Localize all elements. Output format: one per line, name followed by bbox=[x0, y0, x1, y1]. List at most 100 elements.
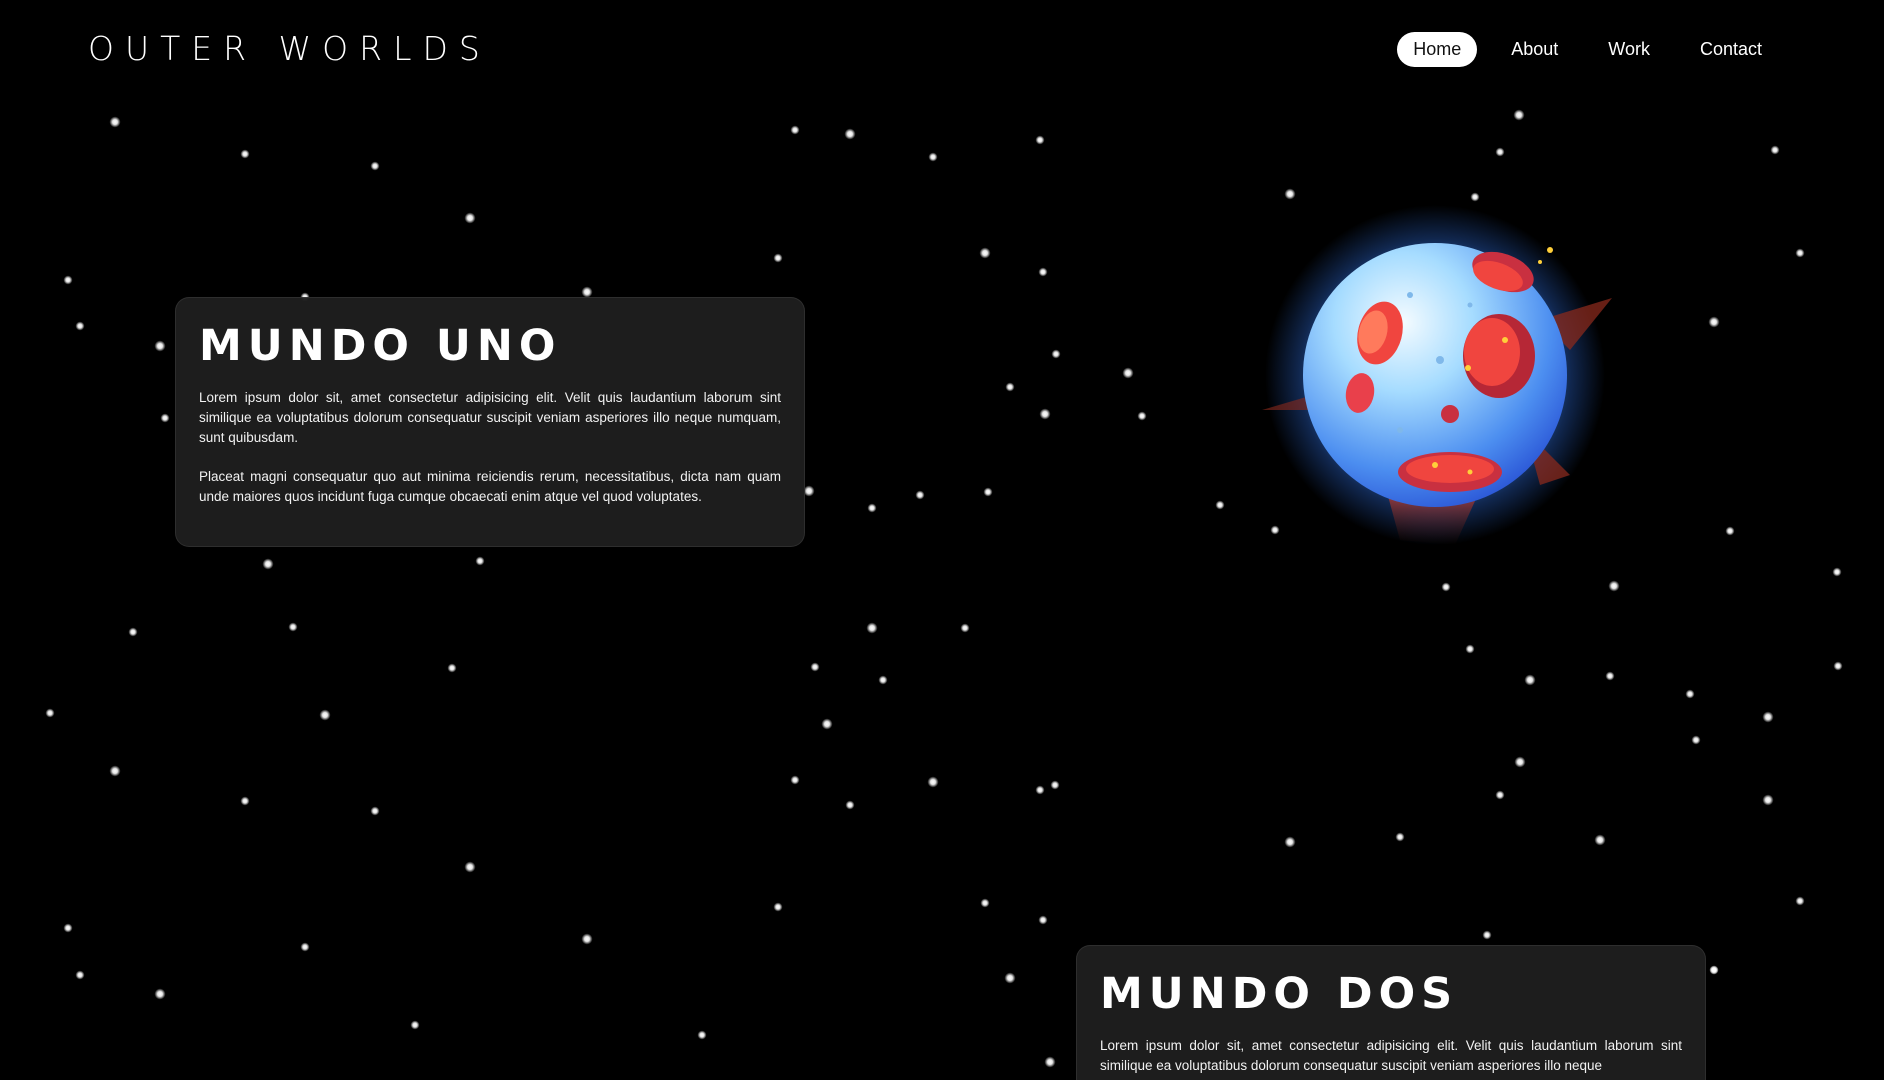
site-logo[interactable]: OUTER WORLDS bbox=[88, 32, 491, 66]
mundo-dos-title: MUNDO DOS bbox=[1100, 969, 1459, 1019]
star bbox=[1465, 644, 1475, 654]
star bbox=[1495, 790, 1505, 800]
nav-work[interactable]: Work bbox=[1592, 32, 1666, 67]
star bbox=[464, 212, 476, 224]
star bbox=[1608, 580, 1620, 592]
star bbox=[370, 161, 380, 171]
star bbox=[1514, 756, 1526, 768]
star bbox=[1004, 972, 1016, 984]
star bbox=[773, 902, 783, 912]
star bbox=[790, 125, 800, 135]
star bbox=[240, 149, 250, 159]
star bbox=[75, 970, 85, 980]
star bbox=[1594, 834, 1606, 846]
star bbox=[979, 247, 991, 259]
star bbox=[1725, 526, 1735, 536]
star bbox=[1215, 500, 1225, 510]
star bbox=[803, 485, 815, 497]
star bbox=[128, 627, 138, 637]
star bbox=[878, 675, 888, 685]
star bbox=[75, 321, 85, 331]
star bbox=[1038, 267, 1048, 277]
star bbox=[160, 413, 170, 423]
star bbox=[300, 942, 310, 952]
planet-icon bbox=[1262, 205, 1612, 545]
star bbox=[1762, 711, 1774, 723]
star bbox=[866, 622, 878, 634]
star bbox=[1795, 896, 1805, 906]
star bbox=[1005, 382, 1015, 392]
main-nav: Home About Work Contact bbox=[1397, 32, 1778, 67]
star bbox=[1770, 145, 1780, 155]
star bbox=[773, 253, 783, 263]
star bbox=[1051, 349, 1061, 359]
star bbox=[821, 718, 833, 730]
star bbox=[475, 556, 485, 566]
nav-contact[interactable]: Contact bbox=[1684, 32, 1778, 67]
nav-about[interactable]: About bbox=[1495, 32, 1574, 67]
mundo-dos-paragraph-1: Lorem ipsum dolor sit, amet consectetur … bbox=[1100, 1038, 1682, 1073]
star bbox=[915, 490, 925, 500]
star bbox=[928, 152, 938, 162]
star bbox=[1709, 965, 1719, 975]
star bbox=[980, 898, 990, 908]
star bbox=[1050, 780, 1060, 790]
mundo-uno-card: MUNDO UNO Lorem ipsum dolor sit, amet co… bbox=[175, 297, 805, 547]
star bbox=[45, 708, 55, 718]
star bbox=[1513, 109, 1525, 121]
star bbox=[109, 765, 121, 777]
star bbox=[960, 623, 970, 633]
star bbox=[1495, 147, 1505, 157]
star bbox=[1762, 794, 1774, 806]
star bbox=[63, 923, 73, 933]
star bbox=[581, 933, 593, 945]
star bbox=[810, 662, 820, 672]
star bbox=[790, 775, 800, 785]
star bbox=[1708, 316, 1720, 328]
star bbox=[581, 286, 593, 298]
star bbox=[1441, 582, 1451, 592]
mundo-uno-paragraph-1: Lorem ipsum dolor sit, amet consectetur … bbox=[199, 390, 781, 445]
star bbox=[1795, 248, 1805, 258]
star bbox=[1395, 832, 1405, 842]
star bbox=[410, 1020, 420, 1030]
star bbox=[1685, 689, 1695, 699]
star bbox=[697, 1030, 707, 1040]
star bbox=[1035, 785, 1045, 795]
star bbox=[154, 340, 166, 352]
nav-home[interactable]: Home bbox=[1397, 32, 1478, 67]
star bbox=[983, 487, 993, 497]
site-header: OUTER WORLDS Home About Work Contact bbox=[0, 0, 1884, 100]
star bbox=[262, 558, 274, 570]
star bbox=[1122, 367, 1134, 379]
star bbox=[1691, 735, 1701, 745]
star bbox=[1137, 411, 1147, 421]
star bbox=[1482, 930, 1492, 940]
star bbox=[319, 709, 331, 721]
star bbox=[63, 275, 73, 285]
star bbox=[867, 503, 877, 513]
star bbox=[464, 861, 476, 873]
mundo-uno-title: MUNDO UNO bbox=[199, 321, 562, 371]
star bbox=[109, 116, 121, 128]
star bbox=[447, 663, 457, 673]
star bbox=[1605, 671, 1615, 681]
star bbox=[1524, 674, 1536, 686]
star bbox=[1044, 1056, 1056, 1068]
star bbox=[845, 800, 855, 810]
star bbox=[1039, 408, 1051, 420]
star bbox=[240, 796, 250, 806]
star bbox=[1833, 661, 1843, 671]
star bbox=[370, 806, 380, 816]
star bbox=[1038, 915, 1048, 925]
star bbox=[1832, 567, 1842, 577]
star bbox=[844, 128, 856, 140]
star bbox=[1284, 188, 1296, 200]
star bbox=[927, 776, 939, 788]
star bbox=[1035, 135, 1045, 145]
star bbox=[1284, 836, 1296, 848]
star bbox=[288, 622, 298, 632]
star bbox=[154, 988, 166, 1000]
mundo-uno-paragraph-2: Placeat magni consequatur quo aut minima… bbox=[199, 469, 781, 504]
mundo-dos-card: MUNDO DOS Lorem ipsum dolor sit, amet co… bbox=[1076, 945, 1706, 1080]
